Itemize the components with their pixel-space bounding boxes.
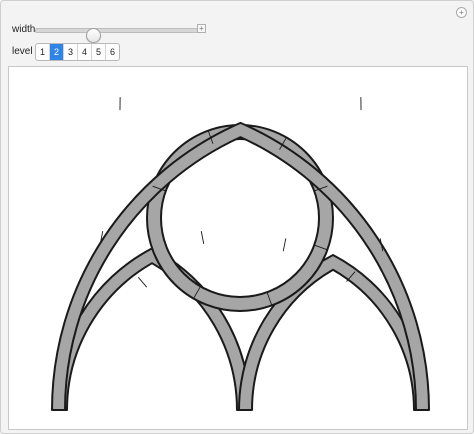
- level-button-4[interactable]: 4: [78, 44, 92, 60]
- width-slider-track[interactable]: [35, 28, 206, 43]
- seam-line: [137, 277, 148, 288]
- seam-line: [200, 231, 205, 244]
- level-setter-bar: 123456: [35, 43, 120, 61]
- gothic-window-graphic: [8, 66, 468, 430]
- options-plus-icon[interactable]: +: [456, 7, 467, 18]
- level-label: level: [12, 46, 33, 57]
- level-button-3[interactable]: 3: [64, 44, 78, 60]
- tracery-drawing: [51, 97, 430, 411]
- width-expand-plus-icon[interactable]: +: [197, 24, 206, 33]
- level-button-5[interactable]: 5: [92, 44, 106, 60]
- oculus-ring: [146, 124, 334, 312]
- width-label: width: [12, 24, 36, 35]
- width-slider-thumb[interactable]: [86, 28, 102, 43]
- seam-line: [282, 238, 287, 252]
- level-button-2[interactable]: 2: [50, 44, 64, 60]
- manipulate-panel: + width + level 123456: [0, 0, 474, 434]
- level-button-1[interactable]: 1: [36, 44, 50, 60]
- level-button-6[interactable]: 6: [106, 44, 119, 60]
